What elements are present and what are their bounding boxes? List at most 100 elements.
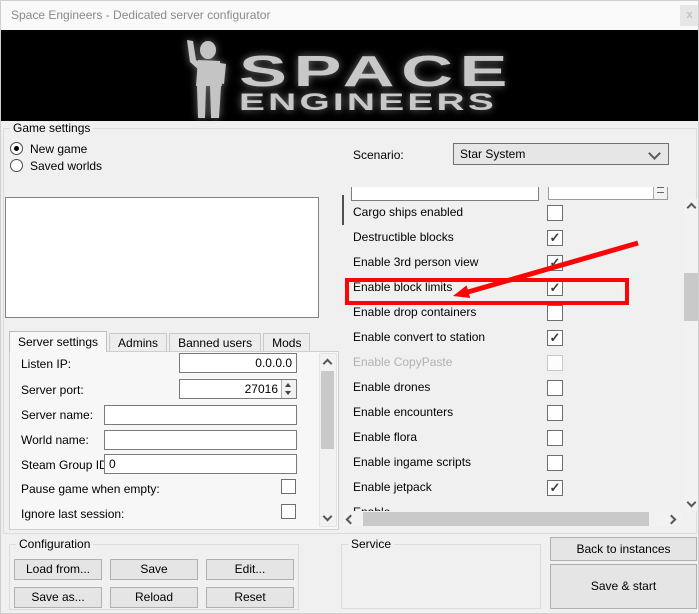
logo-text-engineers: ENGINEERS [239,89,497,116]
form-vertical-scrollbar[interactable] [319,353,337,527]
save-as-button[interactable]: Save as... [14,587,102,608]
steam-group-id-value: 0 [109,457,116,471]
astronaut-icon [187,40,226,118]
server-port-field[interactable]: 27016 [179,379,297,399]
up-arrow-icon [285,383,291,387]
scrollbar-thumb[interactable] [684,273,699,321]
tab-server-settings[interactable]: Server settings [9,331,107,352]
steam-group-id-label: Steam Group ID: [21,458,111,472]
server-port-value: 27016 [184,380,278,398]
world-name-field[interactable] [104,430,297,450]
enable-flora-checkbox[interactable] [547,430,563,446]
scrollbar-thumb[interactable] [363,512,649,526]
server-port-spinner[interactable] [281,380,296,398]
enable-label: Enable [353,505,390,511]
enable-ingame-scripts-checkbox[interactable] [547,455,563,471]
enable-convert-to-station-checkbox[interactable]: ✓ [547,330,563,346]
option-row: Enable ingame scripts [343,452,683,477]
world-name-label: World name: [21,433,89,447]
clipped-control-edge [342,195,344,225]
tab-admins[interactable]: Admins [109,333,167,351]
enable-ingame-scripts-label: Enable ingame scripts [353,455,471,469]
server-name-label: Server name: [21,408,93,422]
enable-jetpack-label: Enable jetpack [353,480,432,494]
configuration-legend: Configuration [16,537,93,552]
ignore-last-session-label: Ignore last session: [21,507,124,521]
option-row: Cargo ships enabled [343,202,683,227]
service-group: Service [341,544,541,609]
scroll-up-arrow[interactable] [320,355,335,370]
spinner-down[interactable] [282,389,296,398]
server-port-label: Server port: [21,383,84,397]
radio-label: New game [30,142,87,156]
tab-mods[interactable]: Mods [263,333,310,351]
cargo-ships-enabled-label: Cargo ships enabled [353,205,463,219]
scroll-left-arrow[interactable] [343,512,358,526]
enable-drop-containers-checkbox[interactable] [547,305,563,321]
edit-button[interactable]: Edit... [206,559,294,580]
options-horizontal-scrollbar[interactable] [343,512,681,526]
options-vertical-scrollbar[interactable] [684,199,699,511]
scroll-down-arrow[interactable] [320,510,335,525]
service-legend: Service [348,537,394,552]
enable-convert-to-station-label: Enable convert to station [353,330,485,344]
scrollbar-thumb[interactable] [321,371,334,449]
worlds-listbox[interactable] [5,197,319,318]
logo-banner: SPACE ENGINEERS [1,30,698,121]
tab-banned-users[interactable]: Banned users [169,333,261,351]
load-from-button[interactable]: Load from... [14,559,102,580]
scroll-up-arrow[interactable] [684,199,699,214]
scenario-label: Scenario: [353,148,404,162]
enable-copypaste-label: Enable CopyPaste [353,355,452,369]
enable-3rd-person-view-label: Enable 3rd person view [353,255,478,269]
clipped-textbox[interactable] [351,187,539,201]
destructible-blocks-label: Destructible blocks [353,230,454,244]
save-button[interactable]: Save [110,559,198,580]
spinner-up[interactable] [282,380,296,389]
enable-copypaste-checkbox[interactable] [547,355,563,371]
options-panel: Cargo ships enabled Destructible blocks ✓ E… [343,187,683,511]
reset-button[interactable]: Reset [206,587,294,608]
space-engineers-logo: SPACE ENGINEERS [177,34,527,119]
enable-drones-label: Enable drones [353,380,430,394]
pause-game-checkbox[interactable] [281,479,296,494]
enable-drop-containers-label: Enable drop containers [353,305,476,319]
clipped-numeric-field[interactable] [548,187,668,200]
clipped-spinner[interactable] [653,187,667,199]
cargo-ships-enabled-checkbox[interactable] [547,205,563,221]
configuration-buttons: Load from... Save Edit... Save as... Reload R… [14,559,294,608]
radio-saved-worlds[interactable]: Saved worlds [10,159,102,173]
close-button[interactable]: x [680,5,699,26]
server-name-field[interactable] [104,405,297,425]
listen-ip-field[interactable]: 0.0.0.0 [179,353,297,373]
option-row: Enable drop containers [343,302,683,327]
enable-encounters-checkbox[interactable] [547,405,563,421]
window-title: Space Engineers - Dedicated server confi… [11,8,270,22]
destructible-blocks-checkbox[interactable]: ✓ [547,230,563,246]
enable-3rd-person-view-checkbox[interactable]: ✓ [547,255,563,271]
radio-circle[interactable] [10,142,23,155]
scroll-right-arrow[interactable] [666,512,681,526]
steam-group-id-field[interactable]: 0 [104,454,297,474]
scenario-value: Star System [460,147,525,161]
radio-label: Saved worlds [30,159,102,173]
listen-ip-value: 0.0.0.0 [184,354,292,372]
save-and-start-button[interactable]: Save & start [550,564,697,609]
highlight-rectangle [345,278,629,305]
enable-drones-checkbox[interactable] [547,380,563,396]
option-row: Enable [343,502,683,511]
scenario-dropdown[interactable]: Star System [453,143,669,165]
radio-new-game[interactable]: New game [10,142,87,156]
pause-game-label: Pause game when empty: [21,482,160,496]
ignore-last-session-checkbox[interactable] [281,504,296,519]
chevron-down-icon [648,147,661,160]
radio-circle[interactable] [10,159,23,172]
enable-jetpack-checkbox[interactable]: ✓ [547,480,563,496]
option-row: Destructible blocks ✓ [343,227,683,252]
back-to-instances-button[interactable]: Back to instances [550,537,697,561]
listen-ip-label: Listen IP: [21,357,71,371]
tab-strip: Server settingsAdminsBanned usersMods [9,330,312,351]
reload-button[interactable]: Reload [110,587,198,608]
enable-encounters-label: Enable encounters [353,405,453,419]
scroll-down-arrow[interactable] [684,496,699,511]
